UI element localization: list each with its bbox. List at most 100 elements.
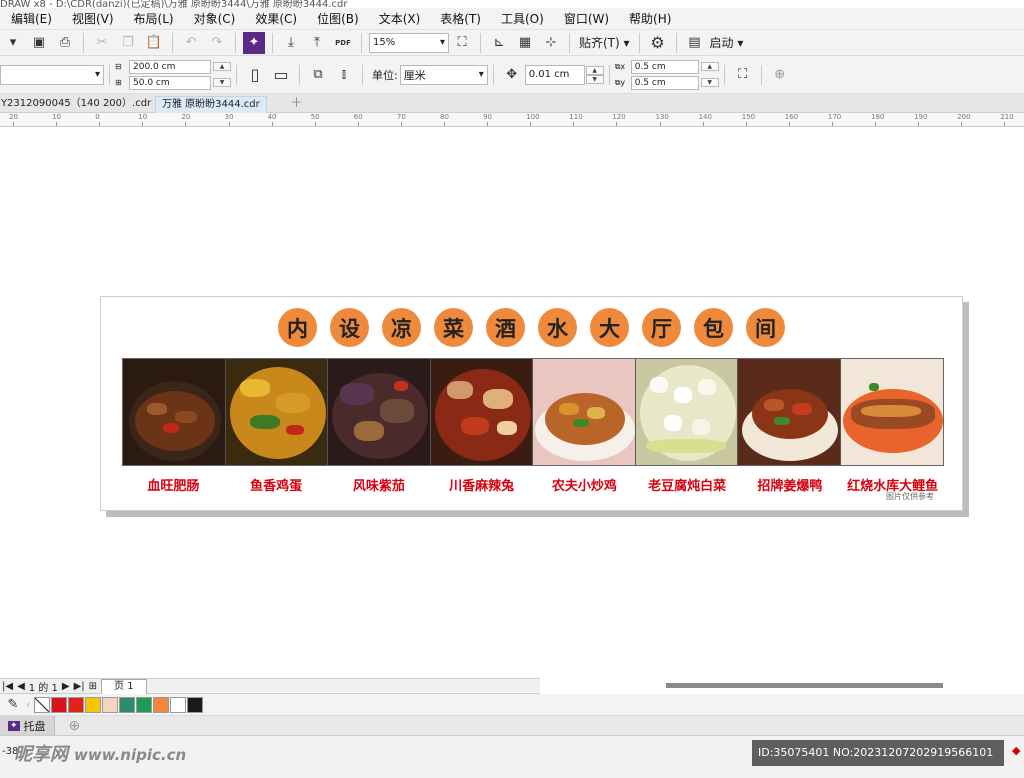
menu-bitmaps[interactable]: 位图(B) <box>306 10 368 27</box>
no-color-swatch[interactable] <box>34 696 51 713</box>
duplicate-distance: ⧉x 0.5 cm ▲ ⧉y 0.5 cm ▼ <box>615 59 719 91</box>
import-icon[interactable]: ⤓ <box>280 32 302 54</box>
show-rulers-icon[interactable]: ⊾ <box>488 32 510 54</box>
color-swatch[interactable] <box>119 696 136 713</box>
disclaimer-note: 图片仅供参考 <box>886 492 934 501</box>
heading-char: 包 <box>694 308 733 347</box>
save-icon[interactable]: ▣ <box>28 32 50 54</box>
menu-tools[interactable]: 工具(O) <box>490 10 553 27</box>
ruler-tick <box>357 122 359 126</box>
show-grid-icon[interactable]: ▦ <box>514 32 536 54</box>
redo-icon[interactable]: ↷ <box>206 32 228 54</box>
paste-icon[interactable]: 📋 <box>143 32 165 54</box>
launch-button[interactable]: 启动 ▾ <box>710 34 744 51</box>
zoom-value: 15% <box>373 37 396 48</box>
undo-icon[interactable]: ↶ <box>180 32 202 54</box>
page-tab[interactable]: 页 1 <box>101 678 147 694</box>
ruler-label: 150 <box>741 113 756 121</box>
height-spinner[interactable]: ▼ <box>213 78 231 87</box>
dup-y-spinner[interactable]: ▼ <box>700 78 719 87</box>
current-page-icon[interactable]: ⫾ <box>333 64 355 86</box>
page-size-select[interactable]: ▾ <box>0 64 104 85</box>
height-icon: ⊞ <box>115 78 122 87</box>
menu-text[interactable]: 文本(X) <box>368 10 430 27</box>
ruler-tick <box>271 122 273 126</box>
menu-effects[interactable]: 效果(C) <box>244 10 306 27</box>
portrait-icon[interactable]: ▯ <box>244 64 266 86</box>
ruler-label: 140 <box>698 113 712 121</box>
last-page-icon[interactable]: ▶| <box>74 681 85 692</box>
next-page-icon[interactable]: ▶ <box>62 681 70 692</box>
duplicate-y-field[interactable]: 0.5 cm <box>630 75 699 90</box>
prev-page-icon[interactable]: ◀ <box>17 681 25 692</box>
new-tab-plus-icon[interactable]: ＋ <box>284 96 309 113</box>
dish-name: 老豆腐炖白菜 <box>648 479 727 494</box>
bleed-frame-icon[interactable]: ⛶ <box>732 64 754 86</box>
duplicate-x-field[interactable]: 0.5 cm <box>630 59 699 74</box>
zoom-level-select[interactable]: 15% ▾ <box>369 32 449 53</box>
show-guidelines-icon[interactable]: ⊹ <box>540 32 562 54</box>
width-spinner[interactable]: ▲ <box>213 62 231 71</box>
banner-design[interactable]: 内 设 凉 菜 酒 水 大 厅 包 间 血旺肥肠 鱼香鸡蛋 风味紫茄 川香麻辣兔… <box>100 296 963 511</box>
all-pages-icon[interactable]: ⧉ <box>307 64 329 86</box>
menu-help[interactable]: 帮助(H) <box>618 10 680 27</box>
menu-layout[interactable]: 布局(L) <box>123 10 183 27</box>
ruler-label: 130 <box>655 113 669 121</box>
units-select[interactable]: 厘米 ▾ <box>399 64 488 85</box>
nudge-icon: ✥ <box>506 67 518 82</box>
dish-names: 血旺肥肠 鱼香鸡蛋 风味紫茄 川香麻辣兔 农夫小炒鸡 老豆腐炖白菜 招牌姜爆鸭 … <box>122 475 944 494</box>
color-swatch[interactable] <box>68 696 85 713</box>
search-content-icon[interactable]: ✦ <box>243 31 265 54</box>
copy-icon[interactable]: ❐ <box>117 32 139 54</box>
publish-pdf-icon[interactable]: PDF <box>332 32 354 54</box>
menu-window[interactable]: 窗口(W) <box>553 10 618 27</box>
menu-object[interactable]: 对象(C) <box>183 10 245 27</box>
color-swatch[interactable] <box>85 696 102 713</box>
page-width-field[interactable]: 200.0 cm <box>129 59 211 74</box>
ruler-tick <box>1004 122 1006 126</box>
application-launcher-icon[interactable]: ▤ <box>684 32 706 54</box>
dish-photo <box>430 359 533 465</box>
dropdown-arrow-icon[interactable]: ▾ <box>2 32 24 54</box>
snap-to-button[interactable]: 贴齐(T) ▾ <box>579 34 630 51</box>
menu-edit[interactable]: 编辑(E) <box>0 10 61 27</box>
dup-x-spinner[interactable]: ▲ <box>700 62 719 71</box>
color-swatch[interactable] <box>136 696 153 713</box>
horizontal-ruler[interactable]: 20 10 0 10 20 30 40 50 60 70 80 90 100 110 120 130 140 15… <box>0 113 1024 127</box>
horizontal-scrollbar[interactable] <box>666 683 943 688</box>
ruler-tick <box>444 122 445 126</box>
add-tray-icon[interactable]: ⊕ <box>69 718 81 734</box>
property-bar: ▾ ⊟ 200.0 cm ▲ ⊞ 50.0 cm ▼ ▯ ▭ ⧉ ⫾ 单位: 厘米 ▾ ✥… <box>0 56 1024 94</box>
landscape-icon[interactable]: ▭ <box>270 64 292 86</box>
tab-document-1[interactable]: JY2312090045（140 200）.cdr <box>0 96 157 113</box>
color-swatch[interactable] <box>170 696 187 713</box>
tab-document-2[interactable]: 万雅 原盼盼3444.cdr <box>155 96 267 113</box>
fill-indicator-icon: ◆ <box>1012 744 1021 757</box>
color-swatch[interactable] <box>187 696 204 713</box>
snap-to-label: 贴齐(T) <box>579 36 620 50</box>
add-page-icon[interactable]: ⊞ <box>89 681 97 692</box>
ruler-tick <box>573 122 575 126</box>
ruler-tick <box>702 122 704 126</box>
full-screen-icon[interactable]: ⛶ <box>451 32 473 54</box>
options-gear-icon[interactable]: ⚙ <box>647 32 669 54</box>
color-swatch[interactable] <box>102 696 119 713</box>
print-icon[interactable]: ⎙ <box>54 32 76 54</box>
menu-table[interactable]: 表格(T) <box>429 10 490 27</box>
ruler-label: 110 <box>569 113 583 121</box>
color-swatch[interactable] <box>153 696 170 713</box>
nudge-spinner[interactable]: ▲ ▼ <box>585 65 604 84</box>
eyedropper-icon[interactable]: ✎ <box>2 694 24 716</box>
color-palette: ✎ ‹ <box>0 694 1024 716</box>
add-plus-icon[interactable]: ⊕ <box>769 64 791 86</box>
page-height-field[interactable]: 50.0 cm <box>129 75 211 90</box>
menu-view[interactable]: 视图(V) <box>61 10 123 27</box>
cut-icon[interactable]: ✂ <box>91 32 113 54</box>
nudge-distance-field[interactable]: 0.01 cm <box>524 64 585 85</box>
color-swatch[interactable] <box>51 696 68 713</box>
export-icon[interactable]: ⤒ <box>306 32 328 54</box>
first-page-icon[interactable]: |◀ <box>2 681 13 692</box>
tray-tab[interactable]: ✦ 托盘 <box>0 716 55 735</box>
ruler-label: 100 <box>526 113 540 121</box>
palette-left-icon[interactable]: ‹ <box>26 698 30 711</box>
